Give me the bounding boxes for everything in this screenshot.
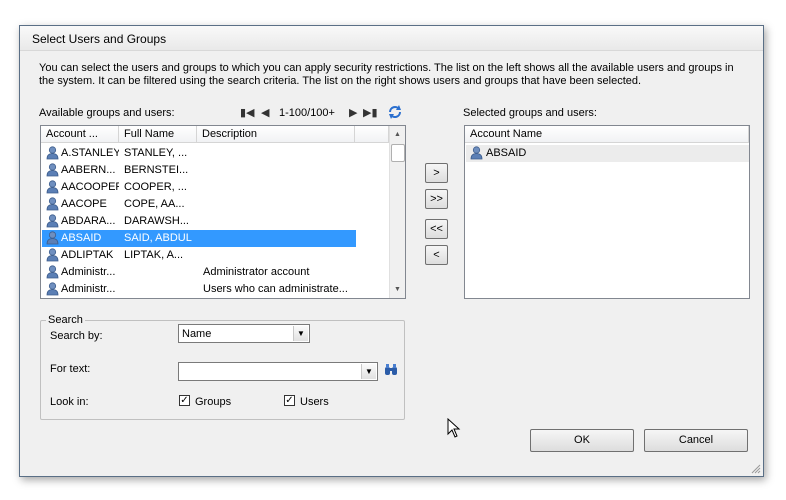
user-icon xyxy=(46,214,59,228)
cell-account: Administr... xyxy=(61,266,116,278)
table-row[interactable]: Administr... Administrator account xyxy=(42,264,356,281)
cell-description: Administrator account xyxy=(203,266,310,278)
cell-fullname: COPE, AA... xyxy=(124,198,185,210)
cell-fullname: LIPTAK, A... xyxy=(124,249,184,261)
selected-list[interactable]: Account Name ABSAID xyxy=(464,125,750,299)
prev-page-icon[interactable]: ◀ xyxy=(261,106,269,119)
cell-description: Users who can administrate... xyxy=(203,283,348,295)
scroll-thumb[interactable] xyxy=(391,144,405,162)
table-row[interactable]: AACOOPER COOPER, ... xyxy=(42,179,356,196)
dialog-title: Select Users and Groups xyxy=(32,32,167,46)
refresh-icon[interactable] xyxy=(387,104,403,120)
first-page-icon[interactable]: ▮◀ xyxy=(240,106,255,119)
chevron-down-icon[interactable]: ▼ xyxy=(361,364,376,379)
user-icon xyxy=(46,163,59,177)
for-text-input[interactable]: ▼ xyxy=(178,362,378,381)
last-page-icon[interactable]: ▶▮ xyxy=(363,106,378,119)
binoculars-icon[interactable] xyxy=(384,363,398,377)
cell-account: ADLIPTAK xyxy=(61,249,114,261)
column-header-account-name[interactable]: Account Name xyxy=(465,126,749,143)
users-checkbox-label: Users xyxy=(300,396,329,408)
column-header-description[interactable]: Description xyxy=(197,126,355,143)
cell-fullname: DARAWSH... xyxy=(124,215,189,227)
user-icon xyxy=(46,197,59,211)
list-item[interactable]: ABSAID xyxy=(466,145,749,162)
column-header-account[interactable]: Account ... xyxy=(41,126,119,143)
groups-checkbox[interactable]: ✓ xyxy=(179,395,190,406)
user-icon xyxy=(46,180,59,194)
cell-account: AACOOPER xyxy=(61,181,119,193)
table-row[interactable]: A.STANLEY STANLEY, ... xyxy=(42,145,356,162)
look-in-label: Look in: xyxy=(50,396,89,408)
table-row[interactable]: ABSAID SAID, ABDUL xyxy=(42,230,356,247)
scroll-down-icon[interactable]: ▼ xyxy=(390,282,405,297)
search-legend: Search xyxy=(48,314,83,326)
cell-fullname: BERNSTEI... xyxy=(124,164,189,176)
available-label: Available groups and users: xyxy=(39,107,175,119)
mouse-cursor-icon xyxy=(447,418,461,438)
cell-fullname: COOPER, ... xyxy=(124,181,187,193)
chevron-down-icon[interactable]: ▼ xyxy=(293,326,308,341)
table-row[interactable]: Administr... Users who can administrate..… xyxy=(42,281,356,298)
cell-fullname: STANLEY, ... xyxy=(124,147,188,159)
cell-account: Administr... xyxy=(61,283,116,295)
column-header-fullname[interactable]: Full Name xyxy=(119,126,197,143)
table-row[interactable]: ADLIPTAK LIPTAK, A... xyxy=(42,247,356,264)
title-bar: Select Users and Groups xyxy=(20,26,763,51)
cell-account: ABSAID xyxy=(61,232,102,244)
pager-range: 1-100/100+ xyxy=(279,107,335,119)
users-checkbox[interactable]: ✓ xyxy=(284,395,295,406)
search-by-select[interactable]: Name ▼ xyxy=(178,324,310,343)
user-icon xyxy=(46,265,59,279)
cell-account: ABDARA... xyxy=(61,215,116,227)
user-icon xyxy=(470,146,483,160)
remove-all-button[interactable]: << xyxy=(425,219,448,239)
add-button[interactable]: > xyxy=(425,163,448,183)
cell-account: AABERN... xyxy=(61,164,116,176)
available-list[interactable]: Account ... Full Name Description A.STAN… xyxy=(40,125,406,299)
user-icon xyxy=(46,282,59,296)
next-page-icon[interactable]: ▶ xyxy=(349,106,357,119)
table-row[interactable]: AACOPE COPE, AA... xyxy=(42,196,356,213)
ok-button[interactable]: OK xyxy=(530,429,634,452)
table-row[interactable]: AABERN... BERNSTEI... xyxy=(42,162,356,179)
for-text-label: For text: xyxy=(50,363,91,375)
selected-label: Selected groups and users: xyxy=(463,107,597,119)
user-icon xyxy=(46,248,59,262)
table-row[interactable]: ABDARA... DARAWSH... xyxy=(42,213,356,230)
add-all-button[interactable]: >> xyxy=(425,189,448,209)
resize-grip-icon[interactable] xyxy=(751,464,761,474)
cell-fullname: SAID, ABDUL xyxy=(124,232,192,244)
search-by-label: Search by: xyxy=(50,330,103,342)
available-list-scrollbar[interactable]: ▲ ▼ xyxy=(389,126,405,298)
column-header-filler xyxy=(355,126,389,143)
select-users-dialog: Select Users and Groups You can select t… xyxy=(19,25,764,477)
cell-account: A.STANLEY xyxy=(61,147,119,159)
remove-button[interactable]: < xyxy=(425,245,448,265)
user-icon xyxy=(46,231,59,245)
cell-account: AACOPE xyxy=(61,198,107,210)
groups-checkbox-label: Groups xyxy=(195,396,232,408)
scroll-up-icon[interactable]: ▲ xyxy=(390,127,405,142)
user-icon xyxy=(46,146,59,160)
cancel-button[interactable]: Cancel xyxy=(644,429,748,452)
description-text: You can select the users and groups to w… xyxy=(39,62,734,87)
